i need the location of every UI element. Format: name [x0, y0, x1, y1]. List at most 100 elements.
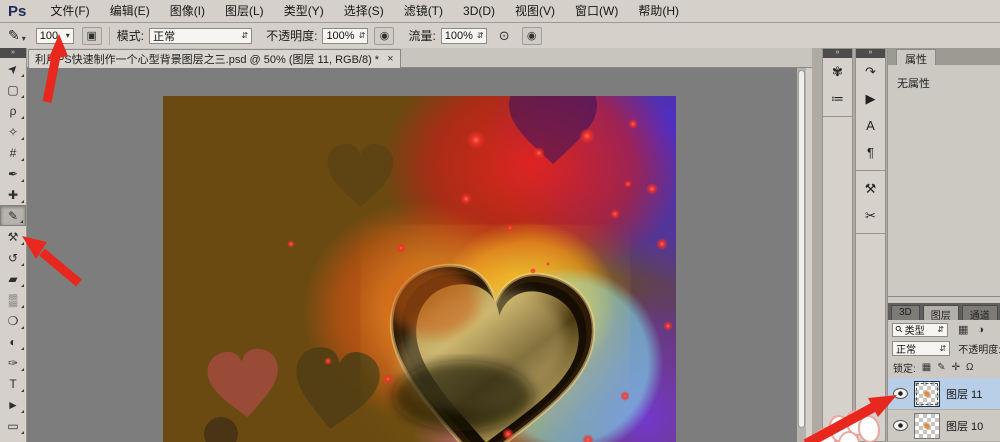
- layer-thumbnail[interactable]: [914, 381, 940, 407]
- tool-spot-healing[interactable]: ✚: [0, 184, 26, 205]
- menu-window[interactable]: 窗口(W): [565, 1, 628, 22]
- brush-icon: ✎: [8, 209, 18, 223]
- tool-type[interactable]: T: [0, 373, 26, 394]
- tool-quick-selection[interactable]: ✧: [0, 121, 26, 142]
- character-panel-icon[interactable]: A: [856, 112, 885, 139]
- tool-dodge[interactable]: ◐: [0, 331, 26, 352]
- collapse-strip-icon[interactable]: »: [856, 49, 885, 58]
- brush-size-input[interactable]: 100 ▾: [36, 28, 74, 44]
- actions-panel-icon[interactable]: ▶: [856, 85, 885, 112]
- brush-size-value: 100: [40, 30, 58, 42]
- visibility-eye-icon[interactable]: [893, 388, 908, 399]
- crop-icon: #: [10, 146, 17, 160]
- history-panel-icon[interactable]: ↷: [856, 58, 885, 85]
- tool-history-brush[interactable]: ↺: [0, 247, 26, 268]
- tool-move[interactable]: ➤: [0, 58, 26, 79]
- scissors-icon[interactable]: ✂: [856, 202, 885, 229]
- collapse-strip-icon[interactable]: »: [823, 49, 852, 58]
- tool-clone-stamp[interactable]: ⚒: [0, 226, 26, 247]
- tool-eyedropper[interactable]: ✒: [0, 163, 26, 184]
- layer-blend-value: 正常: [896, 341, 916, 356]
- layer-filter-type-select[interactable]: ⚲ 类型 ⇵: [892, 323, 948, 337]
- filter-pixel-icon[interactable]: ▦: [958, 323, 968, 336]
- tool-lasso[interactable]: ρ: [0, 100, 26, 121]
- tool-rect-marquee[interactable]: ▢: [0, 79, 26, 100]
- move-icon: ➤: [4, 60, 21, 77]
- tool-brush-selected[interactable]: ✎: [0, 205, 26, 226]
- history-glyph: ↷: [865, 64, 876, 80]
- tab-3d[interactable]: 3D: [891, 305, 920, 320]
- combo-arrows-icon: ⇵: [473, 31, 484, 40]
- layer-row-11[interactable]: 图层 11: [888, 378, 1000, 410]
- layer-thumbnail[interactable]: [914, 413, 940, 439]
- lock-paint-icon[interactable]: ✎: [937, 362, 945, 373]
- brush-panel-icon[interactable]: ✾: [823, 58, 852, 85]
- opacity-value: 100%: [326, 30, 354, 42]
- menu-edit[interactable]: 编辑(E): [100, 1, 160, 22]
- quick-selection-icon: ✧: [8, 125, 18, 139]
- paragraph-glyph: ¶: [867, 145, 874, 160]
- brush-size-caret-icon[interactable]: ▾: [62, 31, 70, 40]
- pen-icon: ✑: [8, 356, 18, 370]
- collapse-toolbar-button[interactable]: »: [0, 48, 26, 58]
- blend-mode-select[interactable]: 正常 ⇵: [149, 28, 252, 44]
- close-tab-icon[interactable]: ×: [387, 53, 393, 65]
- lock-position-icon[interactable]: ✛: [952, 362, 960, 373]
- brush-preset-caret-icon[interactable]: ▾: [22, 34, 26, 43]
- layer-name: 图层 10: [946, 418, 983, 434]
- menu-image[interactable]: 图像(I): [160, 1, 215, 22]
- tab-channels[interactable]: 通道: [962, 305, 998, 320]
- stamp-panel-icon[interactable]: ⚒: [856, 175, 885, 202]
- tool-path-selection[interactable]: ►: [0, 394, 26, 415]
- clone-source-panel-icon[interactable]: ≔: [823, 85, 852, 112]
- menu-file[interactable]: 文件(F): [40, 1, 99, 22]
- menu-select[interactable]: 选择(S): [334, 1, 394, 22]
- lock-transparency-icon[interactable]: ▦: [922, 362, 931, 373]
- tool-shape[interactable]: ▭: [0, 415, 26, 436]
- tab-properties[interactable]: 属性: [896, 49, 936, 65]
- layers-filter-row: ⚲ 类型 ⇵ ▦ ◑: [888, 320, 1000, 339]
- canvas-image-heart-artwork[interactable]: [163, 96, 676, 442]
- menu-3d[interactable]: 3D(D): [453, 1, 505, 22]
- type-icon: T: [9, 377, 16, 391]
- paragraph-panel-icon[interactable]: ¶: [856, 139, 885, 166]
- tool-gradient[interactable]: ▒: [0, 289, 26, 310]
- opacity-select[interactable]: 100% ⇵: [322, 28, 368, 44]
- photoshop-logo: Ps: [8, 3, 26, 20]
- tool-crop[interactable]: #: [0, 142, 26, 163]
- canvas-vertical-scrollbar[interactable]: [797, 68, 806, 442]
- visibility-eye-icon[interactable]: [893, 420, 908, 431]
- menu-view[interactable]: 视图(V): [505, 1, 565, 22]
- menu-filter[interactable]: 滤镜(T): [394, 1, 453, 22]
- menu-type[interactable]: 类型(Y): [274, 1, 334, 22]
- heart-artwork-graphics: [163, 96, 676, 442]
- layer-blend-mode-select[interactable]: 正常 ⇵: [892, 341, 950, 356]
- airbrush-icon[interactable]: ⊙: [499, 28, 510, 44]
- lock-all-icon[interactable]: Ω: [966, 362, 973, 373]
- layer-row-10[interactable]: 图层 10: [888, 410, 1000, 442]
- opacity-label: 不透明度:: [266, 27, 317, 44]
- filter-adjustment-icon[interactable]: ◑: [977, 324, 984, 336]
- gradient-icon: ▒: [9, 293, 18, 307]
- divider: [856, 170, 885, 171]
- layers-lock-row: 锁定: ▦ ✎ ✛ Ω: [888, 358, 1000, 376]
- pressure-size-button[interactable]: ◉: [522, 27, 542, 45]
- toggle-brush-panel-button[interactable]: ▣: [82, 27, 102, 45]
- blur-icon: ❍: [8, 314, 19, 328]
- canvas-workspace[interactable]: [27, 68, 806, 442]
- tool-blur[interactable]: ❍: [0, 310, 26, 331]
- flow-value: 100%: [445, 30, 473, 42]
- brush-preset-icon[interactable]: ✎: [8, 27, 20, 44]
- flow-select[interactable]: 100% ⇵: [441, 28, 487, 44]
- document-tab-title: 利用PS快速制作一个心型背景图层之三.psd @ 50% (图层 11, RGB…: [35, 51, 379, 67]
- pressure-opacity-button[interactable]: ◉: [374, 27, 394, 45]
- menu-layer[interactable]: 图层(L): [215, 1, 274, 22]
- tab-layers[interactable]: 图层: [923, 305, 959, 320]
- lasso-icon: ρ: [10, 104, 17, 118]
- tool-eraser[interactable]: ▰: [0, 268, 26, 289]
- menu-help[interactable]: 帮助(H): [628, 1, 689, 22]
- document-tab[interactable]: 利用PS快速制作一个心型背景图层之三.psd @ 50% (图层 11, RGB…: [28, 49, 401, 68]
- marquee-icon: ▢: [7, 83, 18, 97]
- scrollbar-thumb[interactable]: [798, 70, 805, 428]
- tool-pen[interactable]: ✑: [0, 352, 26, 373]
